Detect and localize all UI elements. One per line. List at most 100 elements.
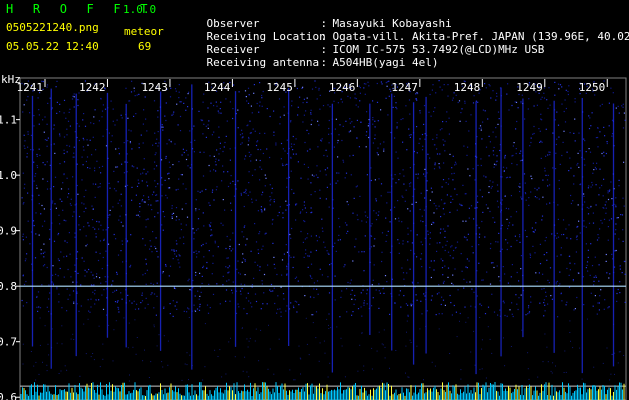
noise-pixel: [513, 142, 515, 144]
noise-pixel: [175, 240, 177, 242]
noise-pixel: [591, 181, 593, 184]
noise-pixel: [144, 201, 146, 203]
noise-pixel: [237, 180, 239, 182]
noise-pixel: [24, 183, 26, 185]
noise-pixel: [214, 349, 216, 351]
noise-pixel: [142, 360, 144, 362]
noise-pixel: [108, 182, 110, 184]
noise-pixel: [399, 290, 401, 292]
noise-pixel: [229, 159, 231, 161]
noise-pixel: [408, 128, 410, 130]
noise-pixel: [338, 172, 340, 174]
noise-pixel: [440, 199, 443, 201]
noise-pixel: [555, 168, 557, 170]
noise-pixel: [171, 213, 173, 215]
noise-pixel: [447, 251, 450, 253]
noise-pixel: [114, 301, 117, 303]
noise-pixel: [143, 158, 145, 160]
noise-pixel: [321, 274, 323, 276]
noise-pixel: [24, 147, 26, 149]
noise-pixel: [302, 121, 304, 123]
noise-pixel: [204, 323, 206, 325]
noise-pixel: [342, 159, 344, 161]
noise-pixel: [601, 152, 603, 155]
noise-pixel: [127, 117, 129, 119]
noise-pixel: [162, 366, 164, 368]
noise-pixel: [611, 204, 613, 206]
noise-pixel: [69, 294, 71, 296]
noise-pixel: [511, 155, 513, 157]
noise-pixel: [433, 260, 435, 262]
noise-pixel: [543, 87, 546, 89]
noise-pixel: [311, 277, 313, 279]
noise-pixel: [144, 307, 146, 309]
noise-pixel: [225, 247, 227, 250]
noise-pixel: [606, 347, 608, 349]
noise-pixel: [55, 273, 57, 275]
noise-pixel: [396, 108, 398, 110]
noise-pixel: [541, 96, 543, 98]
noise-pixel: [433, 168, 436, 170]
noise-pixel: [305, 110, 307, 112]
noise-pixel: [180, 101, 182, 103]
noise-pixel: [215, 164, 217, 166]
noise-pixel: [539, 243, 541, 245]
noise-pixel: [393, 95, 395, 97]
noise-pixel: [251, 112, 253, 114]
noise-pixel: [546, 252, 548, 254]
noise-pixel: [227, 272, 229, 274]
noise-pixel: [602, 207, 604, 209]
noise-pixel: [176, 103, 178, 105]
noise-pixel: [452, 155, 454, 157]
noise-pixel: [157, 116, 159, 118]
noise-pixel: [456, 194, 458, 196]
noise-pixel: [493, 154, 495, 156]
noise-pixel: [188, 317, 190, 318]
noise-pixel: [166, 197, 168, 199]
noise-pixel: [284, 164, 286, 166]
noise-pixel: [94, 303, 96, 305]
noise-pixel: [476, 295, 478, 297]
noise-pixel: [176, 308, 178, 310]
noise-pixel: [37, 97, 39, 99]
noise-pixel: [212, 293, 215, 295]
noise-pixel: [164, 115, 166, 117]
noise-pixel: [195, 210, 197, 212]
noise-pixel: [519, 186, 521, 188]
noise-pixel: [99, 183, 101, 185]
noise-pixel: [318, 87, 320, 89]
noise-pixel: [155, 314, 157, 316]
noise-pixel: [543, 315, 545, 317]
x-tick-label: 1249: [516, 81, 543, 94]
noise-pixel: [201, 119, 204, 121]
noise-pixel: [154, 154, 156, 156]
noise-pixel: [544, 310, 546, 312]
noise-pixel: [578, 166, 580, 168]
noise-pixel: [67, 196, 69, 198]
noise-pixel: [438, 166, 440, 168]
noise-pixel: [527, 108, 529, 110]
noise-pixel: [131, 186, 133, 188]
noise-pixel: [529, 253, 531, 255]
noise-pixel: [272, 242, 274, 244]
noise-pixel: [324, 169, 326, 171]
noise-pixel: [115, 190, 117, 192]
noise-pixel: [410, 230, 412, 232]
noise-pixel: [589, 274, 591, 276]
noise-pixel: [386, 281, 388, 283]
noise-pixel: [528, 378, 530, 380]
noise-pixel: [81, 179, 83, 181]
noise-pixel: [541, 215, 544, 217]
noise-pixel: [565, 228, 567, 230]
noise-pixel: [395, 102, 397, 104]
noise-pixel: [212, 262, 214, 264]
noise-pixel: [46, 180, 49, 182]
noise-pixel: [374, 134, 376, 136]
noise-pixel: [547, 303, 549, 305]
noise-pixel: [603, 126, 605, 128]
noise-pixel: [383, 292, 385, 294]
noise-pixel: [269, 156, 271, 159]
noise-pixel: [615, 223, 617, 225]
noise-pixel: [567, 90, 569, 93]
noise-pixel: [407, 376, 409, 378]
